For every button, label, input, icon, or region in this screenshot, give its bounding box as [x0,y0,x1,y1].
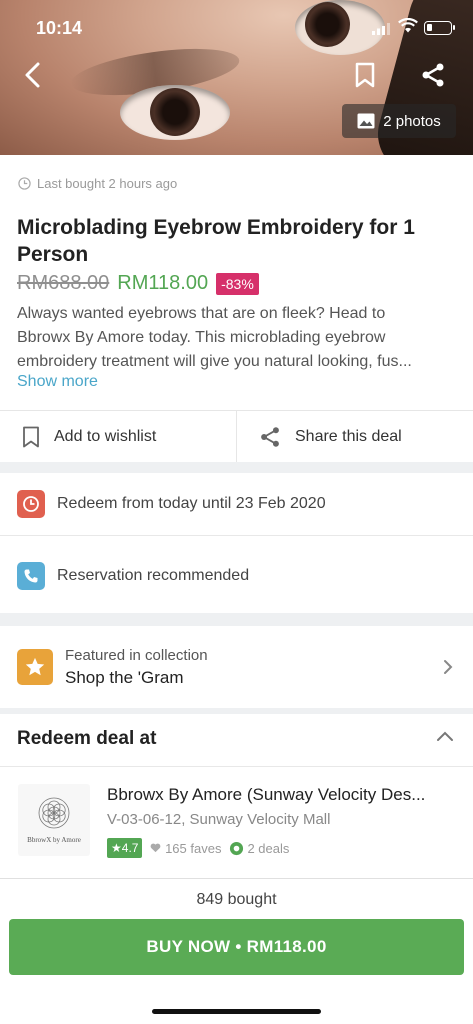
section-gap [0,462,473,473]
share-label: Share this deal [295,427,402,445]
status-time: 10:14 [36,18,83,38]
merchant-stats: ★4.7 165 faves 2 deals [107,838,289,858]
bookmark-icon [23,426,39,447]
merchant-logo-text: BbrowX by Amore [27,836,81,844]
redeem-section-heading: Redeem deal at [17,728,157,749]
bookmark-icon [355,62,375,88]
description-line: embroidery treatment will give you natur… [17,353,412,370]
section-gap [0,708,473,714]
deal-actions: Add to wishlist Share this deal [0,410,473,462]
add-to-wishlist-button[interactable]: Add to wishlist [0,411,236,462]
status-bar: 10:14 [0,0,473,56]
back-arrow-icon [25,62,40,88]
merchant-name[interactable]: Bbrowx By Amore (Sunway Velocity Des... [107,785,463,805]
bookmark-button[interactable] [350,60,380,90]
phone-icon [17,562,45,590]
photos-button[interactable]: 2 photos [342,104,456,138]
share-icon [261,426,279,447]
original-price: RM688.00 [17,272,110,294]
battery-icon [424,21,455,35]
share-button[interactable] [418,60,448,90]
show-more-link[interactable]: Show more [17,373,98,391]
redeem-period-row: Redeem from today until 23 Feb 2020 [0,473,473,535]
clock-icon [17,490,45,518]
purchase-bar: 849 bought BUY NOW • RM118.00 [0,878,473,1024]
wifi-icon [398,17,418,39]
rating-badge: ★4.7 [107,838,143,858]
share-icon [422,63,444,87]
rating-value: 4.7 [121,841,139,855]
reservation-text: Reservation recommended [57,567,250,584]
redeem-period-text: Redeem from today until 23 Feb 2020 [57,495,326,512]
faves: 165 faves [150,841,221,856]
price-row: RM688.00 RM118.00 -83% [17,272,259,295]
last-bought-text: Last bought 2 hours ago [37,176,178,191]
section-gap [0,613,473,626]
featured-collection-row[interactable]: Featured in collection Shop the 'Gram [0,626,473,708]
merchant-address: V-03-06-12, Sunway Velocity Mall [107,811,331,828]
photos-count: 2 photos [383,112,441,130]
featured-subtitle: Featured in collection [65,646,208,664]
deal-title: Microblading Eyebrow Embroidery for 1 Pe… [17,216,415,266]
clock-outline-icon [18,177,31,190]
merchant-logo: BbrowX by Amore [18,784,90,856]
description-line: Always wanted eyebrows that are on fleek… [17,305,386,322]
wishlist-label: Add to wishlist [54,427,157,445]
signal-icon [372,22,392,40]
photo-icon [357,113,375,129]
chevron-up-icon[interactable] [436,730,454,742]
deals-count: 2 deals [247,840,290,856]
chevron-right-icon [444,660,453,674]
star-icon [17,649,53,685]
heart-icon [151,843,161,852]
share-deal-button[interactable]: Share this deal [236,411,473,462]
last-bought: Last bought 2 hours ago [18,176,177,191]
reservation-row: Reservation recommended [0,545,473,607]
bought-count: 849 bought [196,891,277,908]
deals: 2 deals [229,841,289,856]
faves-count: 165 faves [165,840,222,856]
flower-of-life-icon [38,797,70,829]
discount-badge: -83% [216,272,259,295]
description-line: Bbrowx By Amore today. This microblading… [17,329,386,346]
deal-price: RM118.00 [117,272,209,294]
deals-icon [230,841,244,855]
featured-collection-name: Shop the 'Gram [65,667,184,687]
back-button[interactable] [18,60,48,90]
home-indicator [152,1009,321,1014]
buy-now-button[interactable]: BUY NOW • RM118.00 [9,919,464,975]
featured-text: Featured in collection Shop the 'Gram [65,647,208,688]
deal-description: Always wanted eyebrows that are on fleek… [17,302,457,374]
divider [0,766,473,767]
divider [0,535,473,536]
